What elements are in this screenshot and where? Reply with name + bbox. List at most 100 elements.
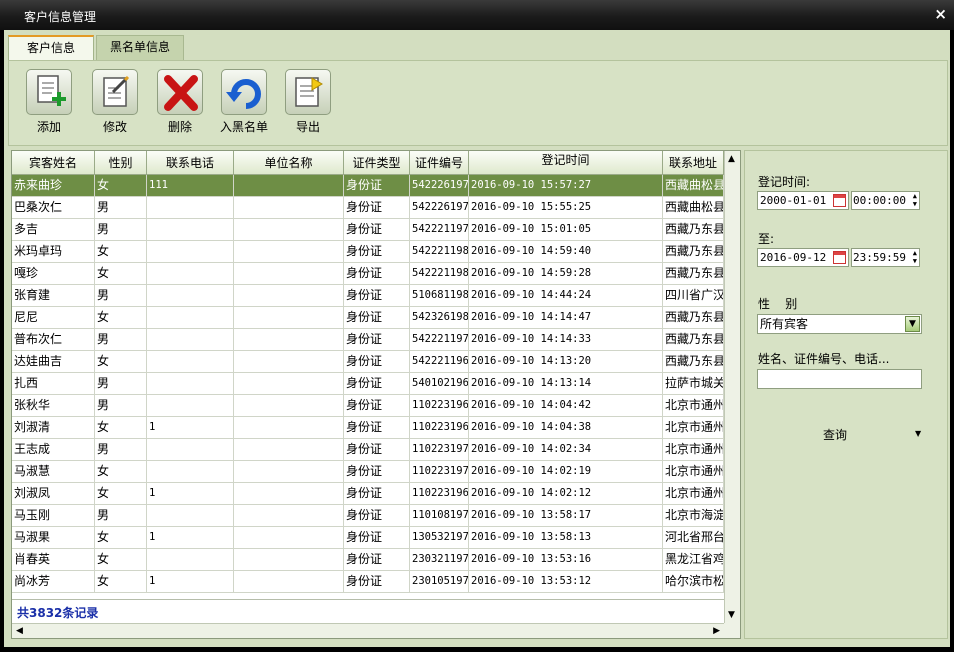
add-button[interactable]: 添加 — [21, 69, 77, 135]
table-row[interactable]: 肖春英女 身份证 230321197 2016-09-10 13:53:16 黑龙江省鸡 — [12, 549, 724, 571]
cell-id-number: 110223196 — [410, 483, 469, 504]
cell-name: 米玛卓玛 — [12, 241, 95, 262]
table-row[interactable]: 嘎珍女 身份证 542221198 2016-09-10 14:59:28 西藏乃东县 — [12, 263, 724, 285]
column-header-id-number[interactable]: 证件编号 — [410, 151, 469, 175]
column-header-checkin-time[interactable]: 登记时间 — [469, 151, 663, 175]
column-header-name[interactable]: 宾客姓名 — [12, 151, 95, 175]
scroll-up-icon[interactable]: ▲ — [728, 154, 735, 164]
cell-phone — [147, 197, 234, 218]
end-date-picker[interactable]: 2016-09-12 — [757, 248, 849, 267]
search-input[interactable] — [757, 369, 922, 389]
table-row[interactable]: 张秋华男 身份证 110223196 2016-09-10 14:04:42 北京市通州 — [12, 395, 724, 417]
cell-gender: 男 — [95, 373, 147, 394]
spinner-icon[interactable]: ▲ ▼ — [913, 192, 917, 208]
horizontal-scrollbar[interactable]: ◀ ▶ — [12, 623, 724, 638]
cell-address: 西藏乃东县 — [663, 329, 724, 350]
scroll-right-icon[interactable]: ▶ — [713, 626, 720, 636]
cell-address: 西藏乃东县 — [663, 241, 724, 262]
cell-id-number: 542326198 — [410, 307, 469, 328]
scroll-down-icon[interactable]: ▼ — [728, 610, 735, 620]
cell-name: 达娃曲吉 — [12, 351, 95, 372]
cell-id-number: 542221198 — [410, 241, 469, 262]
cell-name: 巴桑次仁 — [12, 197, 95, 218]
table-row[interactable]: 多吉男 身份证 542221197 2016-09-10 15:01:05 西藏乃东县 — [12, 219, 724, 241]
cell-id-type: 身份证 — [344, 197, 410, 218]
customer-table: 宾客姓名 性别 联系电话 单位名称 证件类型 证件编号 登记时间 联系地址 赤来… — [11, 150, 741, 639]
cell-name: 马玉刚 — [12, 505, 95, 526]
vertical-scrollbar[interactable]: ▲ ▼ — [724, 151, 740, 623]
scroll-left-icon[interactable]: ◀ — [16, 626, 23, 636]
cell-id-type: 身份证 — [344, 219, 410, 240]
query-button[interactable]: 查询 — [823, 426, 847, 443]
cell-id-type: 身份证 — [344, 373, 410, 394]
calendar-icon[interactable] — [833, 251, 846, 264]
table-row[interactable]: 刘淑清女 1 身份证 110223196 2016-09-10 14:04:38 北京市通… — [12, 417, 724, 439]
cell-id-number: 542221197 — [410, 219, 469, 240]
cell-name: 普布次仁 — [12, 329, 95, 350]
table-row[interactable]: 马玉刚男 身份证 110108197 2016-09-10 13:58:17 北京市海淀 — [12, 505, 724, 527]
cell-checkin-time: 2016-09-10 14:13:14 — [469, 373, 663, 394]
gender-select[interactable]: 所有宾客 ▼ — [757, 314, 922, 334]
cell-name: 王志成 — [12, 439, 95, 460]
table-row[interactable]: 赤来曲珍女 111 身份证 542226197 2016-09-10 15:57:27 西… — [12, 175, 724, 197]
blacklist-button[interactable]: 入黑名单 — [216, 69, 272, 135]
column-header-gender[interactable]: 性别 — [95, 151, 147, 175]
table-row[interactable]: 王志成男 身份证 110223197 2016-09-10 14:02:34 北京市通州 — [12, 439, 724, 461]
cell-gender: 女 — [95, 351, 147, 372]
cell-address: 北京市通州 — [663, 417, 724, 438]
cell-name: 肖春英 — [12, 549, 95, 570]
start-date-picker[interactable]: 2000-01-01 — [757, 191, 849, 210]
tab-blacklist-info[interactable]: 黑名单信息 — [96, 35, 184, 60]
column-header-company[interactable]: 单位名称 — [234, 151, 344, 175]
chevron-down-icon[interactable]: ▼ — [905, 316, 920, 332]
cell-checkin-time: 2016-09-10 14:59:40 — [469, 241, 663, 262]
start-time-value: 00:00:00 — [853, 194, 906, 207]
column-header-id-type[interactable]: 证件类型 — [344, 151, 410, 175]
cell-phone — [147, 329, 234, 350]
cell-id-number: 230321197 — [410, 549, 469, 570]
tab-customer-info[interactable]: 客户信息 — [8, 35, 94, 60]
cell-company — [234, 505, 344, 526]
cell-checkin-time: 2016-09-10 14:02:19 — [469, 461, 663, 482]
cell-checkin-time: 2016-09-10 14:14:33 — [469, 329, 663, 350]
spinner-icon[interactable]: ▲ ▼ — [913, 249, 917, 265]
cell-name: 嘎珍 — [12, 263, 95, 284]
end-time-field[interactable]: 23:59:59 ▲ ▼ — [851, 248, 920, 267]
cell-id-number: 542226197 — [410, 175, 469, 196]
table-row[interactable]: 马淑果女 1 身份证 130532197 2016-09-10 13:58:13 河北省邢… — [12, 527, 724, 549]
cell-id-type: 身份证 — [344, 549, 410, 570]
cell-checkin-time: 2016-09-10 13:53:16 — [469, 549, 663, 570]
table-row[interactable]: 尼尼女 身份证 542326198 2016-09-10 14:14:47 西藏乃东县 — [12, 307, 724, 329]
table-row[interactable]: 刘淑凤女 1 身份证 110223196 2016-09-10 14:02:12 北京市通… — [12, 483, 724, 505]
cell-id-type: 身份证 — [344, 263, 410, 284]
table-row[interactable]: 普布次仁男 身份证 542221197 2016-09-10 14:14:33 西藏乃东… — [12, 329, 724, 351]
cell-id-number: 110223197 — [410, 461, 469, 482]
cell-address: 西藏乃东县 — [663, 351, 724, 372]
table-row[interactable]: 尚冰芳女 1 身份证 230105197 2016-09-10 13:53:12 哈尔滨市… — [12, 571, 724, 593]
cell-gender: 女 — [95, 175, 147, 196]
delete-button[interactable]: 删除 — [152, 69, 208, 135]
column-header-address[interactable]: 联系地址 — [663, 151, 724, 175]
table-row[interactable]: 米玛卓玛女 身份证 542221198 2016-09-10 14:59:40 西藏乃东… — [12, 241, 724, 263]
cell-company — [234, 549, 344, 570]
cell-id-type: 身份证 — [344, 527, 410, 548]
table-row[interactable]: 张育建男 身份证 510681198 2016-09-10 14:44:24 四川省广汉 — [12, 285, 724, 307]
table-row[interactable]: 马淑慧女 身份证 110223197 2016-09-10 14:02:19 北京市通州 — [12, 461, 724, 483]
start-time-field[interactable]: 00:00:00 ▲ ▼ — [851, 191, 920, 210]
query-dropdown-icon[interactable]: ▼ — [915, 429, 921, 438]
column-header-phone[interactable]: 联系电话 — [147, 151, 234, 175]
table-row[interactable]: 达娃曲吉女 身份证 542221196 2016-09-10 14:13:20 西藏乃东… — [12, 351, 724, 373]
undo-arrow-icon — [221, 69, 267, 115]
table-row[interactable]: 巴桑次仁男 身份证 542226197 2016-09-10 15:55:25 西藏曲松… — [12, 197, 724, 219]
cell-gender: 男 — [95, 197, 147, 218]
edit-button[interactable]: 修改 — [87, 69, 143, 135]
calendar-icon[interactable] — [833, 194, 846, 207]
filter-panel: 登记时间: 2000-01-01 00:00:00 ▲ ▼ 至: 2016-09-… — [744, 150, 948, 639]
table-row[interactable]: 扎西男 身份证 540102196 2016-09-10 14:13:14 拉萨市城关 — [12, 373, 724, 395]
cell-phone — [147, 439, 234, 460]
cell-company — [234, 527, 344, 548]
cell-name: 赤来曲珍 — [12, 175, 95, 196]
close-icon[interactable]: × — [934, 5, 947, 23]
export-button[interactable]: 导出 — [280, 69, 336, 135]
start-date-value: 2000-01-01 — [760, 194, 827, 207]
